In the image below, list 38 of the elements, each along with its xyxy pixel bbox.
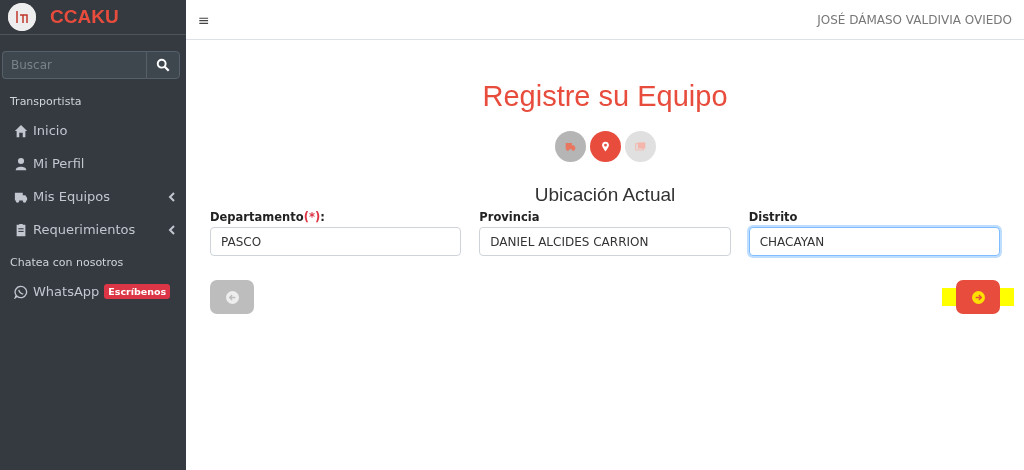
chevron-left-icon (168, 224, 176, 235)
sidebar-item[interactable]: Requerimientos (0, 213, 186, 246)
sidebar-item[interactable]: WhatsApp Escríbenos (0, 275, 186, 308)
user-name[interactable]: JOSÉ DÁMASO VALDIVIA OVIEDO (817, 12, 1012, 27)
page-title: Registre su Equipo (481, 80, 729, 113)
search-button[interactable] (146, 51, 180, 79)
truck-icon (564, 141, 576, 152)
clipboard-icon (14, 222, 28, 237)
images-icon (634, 141, 646, 152)
input-field[interactable]: DANIEL ALCIDES CARRION (479, 227, 731, 256)
home-icon (14, 123, 28, 138)
search-icon (156, 58, 170, 72)
field-label: Distrito (748, 210, 799, 224)
map-pin-icon (599, 141, 611, 152)
section-title: Ubicación Actual (533, 184, 677, 206)
sidebar-item[interactable]: Mi Perfil (0, 147, 186, 180)
next-button[interactable] (956, 280, 1000, 314)
search-field[interactable]: Buscar (2, 51, 146, 79)
user-icon (14, 156, 28, 171)
right-arrow-icon (971, 290, 985, 304)
logo-icon (8, 3, 36, 31)
badge: Escríbenos (104, 284, 171, 299)
step-indicator[interactable] (589, 131, 621, 162)
input-field[interactable]: CHACAYAN (748, 227, 1000, 256)
input-field[interactable]: PASCO (210, 227, 462, 256)
sidebar-section-header: Transportista (9, 94, 83, 110)
left-arrow-icon (225, 290, 239, 304)
step-indicator[interactable] (624, 131, 656, 162)
step-indicator[interactable] (554, 131, 586, 162)
field-label: Departamento(*): (210, 210, 326, 224)
whatsapp-icon (14, 284, 28, 299)
sidebar-section-header: Chatea con nosotros (9, 255, 125, 271)
chevron-left-icon (168, 191, 176, 202)
brand-name: CCAKU (50, 6, 119, 28)
menu-button[interactable]: ≡ (198, 11, 210, 28)
field-label: Provincia (479, 210, 541, 224)
sidebar-item[interactable]: Mis Equipos (0, 180, 186, 213)
sidebar-item[interactable]: Inicio (0, 114, 186, 147)
